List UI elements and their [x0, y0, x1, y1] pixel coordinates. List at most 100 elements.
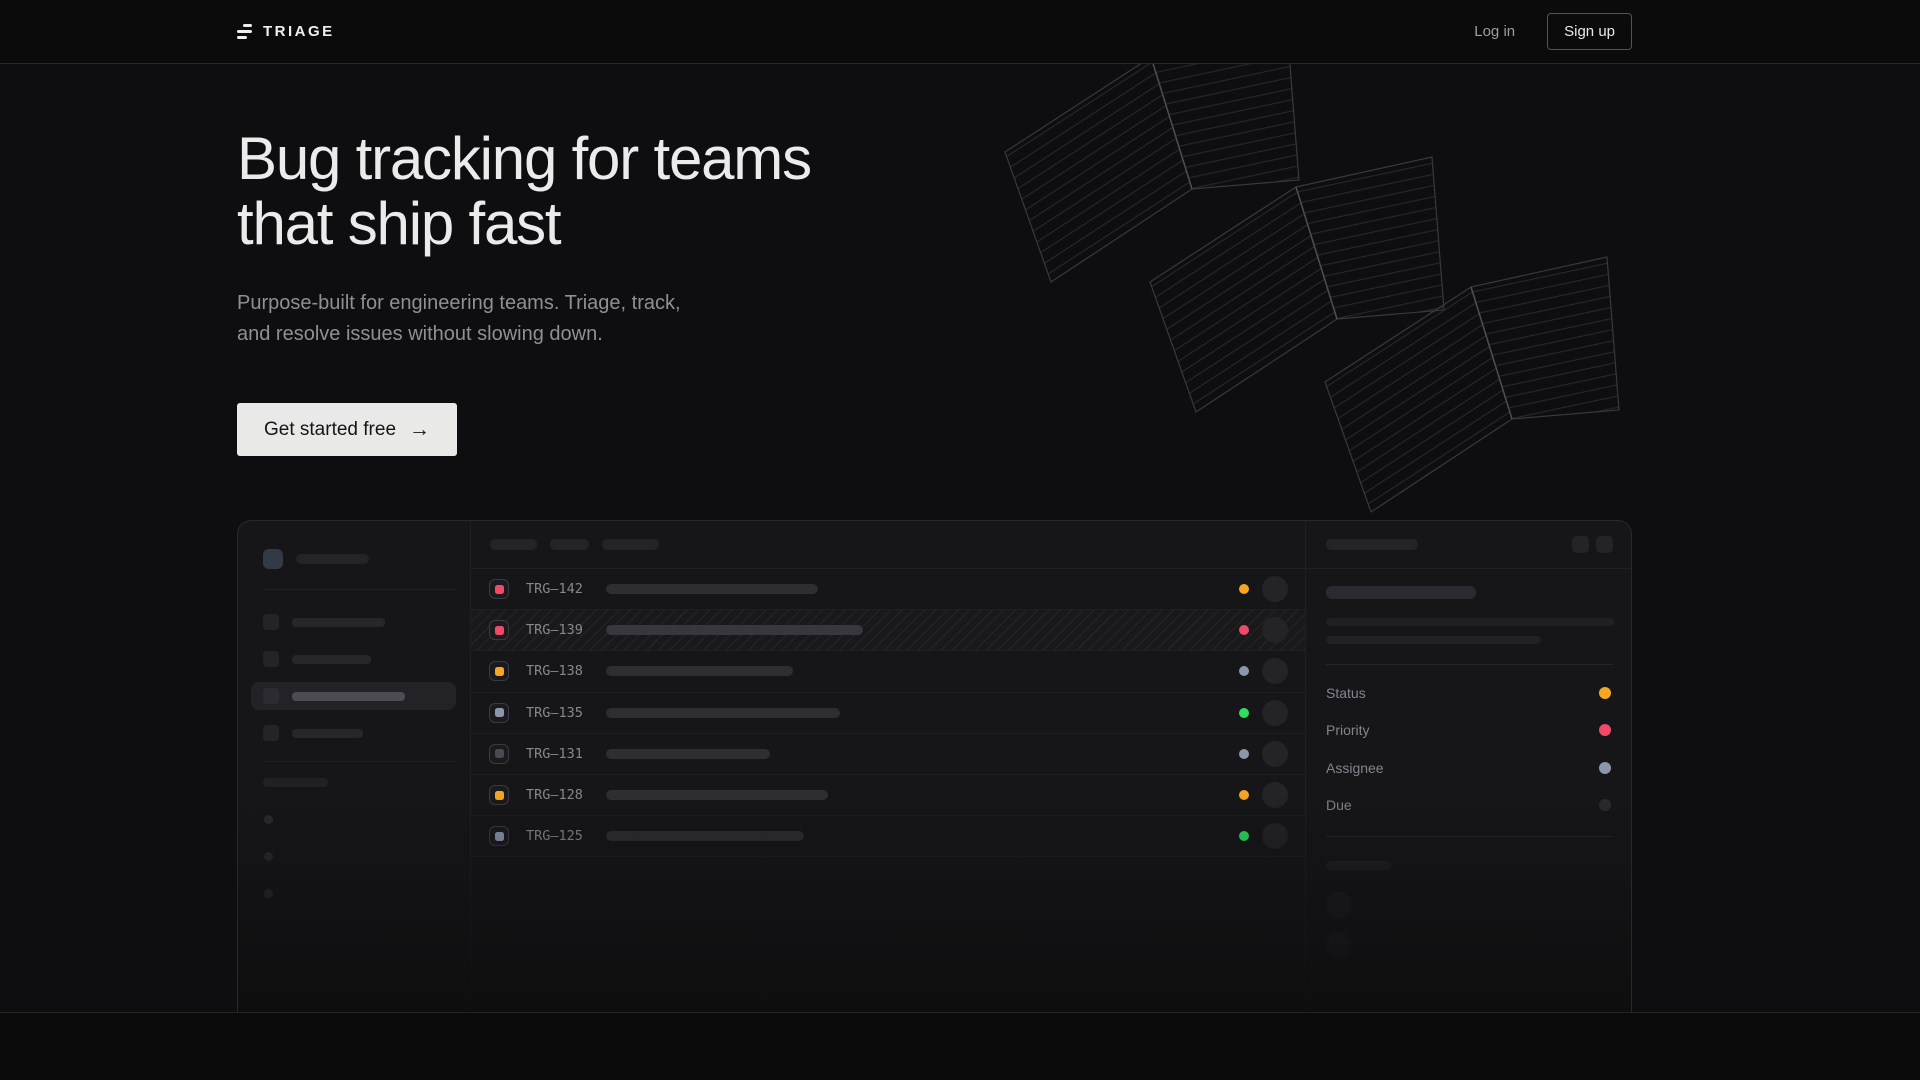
- assignee-avatar: [1262, 658, 1288, 684]
- cta-label: Get started free: [264, 419, 396, 441]
- nav-actions: Log in Sign up: [1422, 13, 1632, 50]
- signup-button[interactable]: Sign up: [1547, 13, 1632, 50]
- sidebar-item: [251, 608, 456, 636]
- issue-id: TRG–128: [526, 787, 596, 803]
- skeleton-bar: [292, 655, 371, 664]
- issue-title-skeleton: [606, 708, 840, 718]
- property-row: Assignee: [1326, 749, 1613, 787]
- issue-priority-icon: [489, 744, 509, 764]
- panel-actions: [1572, 536, 1613, 553]
- row-meta: [1239, 617, 1288, 643]
- property-value-dot: [1599, 762, 1611, 774]
- skeleton-line: [1326, 618, 1614, 626]
- row-meta: [1239, 576, 1288, 602]
- property-value-dot: [1599, 799, 1611, 811]
- comment-avatar: [1326, 932, 1352, 958]
- property-value-dot: [1599, 724, 1611, 736]
- divider: [263, 589, 456, 590]
- hero-content: Bug tracking for teams that ship fast Pu…: [0, 64, 1920, 456]
- issue-title-skeleton: [606, 790, 828, 800]
- property-label: Due: [1326, 797, 1352, 813]
- divider: [263, 761, 456, 762]
- priority-square: [495, 667, 504, 676]
- brand-name: TRIAGE: [263, 23, 335, 40]
- skeleton-bar: [292, 729, 363, 738]
- panel-header: [1306, 521, 1631, 569]
- issue-priority-icon: [489, 661, 509, 681]
- property-row: Priority: [1326, 712, 1613, 750]
- workspace-row: [263, 549, 456, 569]
- priority-square: [495, 708, 504, 717]
- panel-title-skeleton: [1326, 539, 1418, 550]
- issue-row: TRG–125: [471, 816, 1305, 857]
- mockup-sidebar: [238, 521, 471, 1013]
- sidebar-item-icon: [263, 651, 279, 667]
- theme-toggle-button[interactable]: [1422, 22, 1442, 42]
- issue-id: TRG–135: [526, 705, 596, 721]
- panel-body: Status Priority Assignee Due: [1306, 569, 1631, 958]
- property-label: Status: [1326, 685, 1366, 701]
- property-label: Priority: [1326, 722, 1370, 738]
- top-nav: TRIAGE Log in Sign up: [0, 0, 1920, 64]
- issue-detail-panel: Status Priority Assignee Due: [1305, 521, 1631, 1013]
- status-dot: [1239, 625, 1249, 635]
- list-dot: [264, 889, 273, 898]
- panel-action-icon: [1572, 536, 1589, 553]
- filter-pill-skeleton: [550, 539, 589, 550]
- status-dot: [1239, 790, 1249, 800]
- hero-subtitle: Purpose-built for engineering teams. Tri…: [237, 288, 717, 350]
- issue-id: TRG–138: [526, 663, 596, 679]
- issue-row: TRG–142: [471, 569, 1305, 610]
- skeleton-bar: [296, 554, 369, 564]
- brand-logo[interactable]: TRIAGE: [237, 23, 335, 40]
- login-link[interactable]: Log in: [1474, 23, 1515, 40]
- issue-title-skeleton: [606, 831, 804, 841]
- issue-row: TRG–131: [471, 734, 1305, 775]
- priority-square: [495, 832, 504, 841]
- row-meta: [1239, 658, 1288, 684]
- app-mockup: TRG–142 TRG–139 TRG–138 TRG–135: [237, 520, 1632, 1013]
- status-dot: [1239, 666, 1249, 676]
- workspace-avatar: [263, 549, 283, 569]
- issue-row: TRG–139: [471, 610, 1305, 651]
- issue-title-skeleton: [606, 666, 793, 676]
- issue-title-skeleton: [606, 625, 863, 635]
- sidebar-item: [251, 719, 456, 747]
- list-dot: [264, 815, 273, 824]
- row-meta: [1239, 700, 1288, 726]
- status-dot: [1239, 831, 1249, 841]
- status-dot: [1239, 708, 1249, 718]
- get-started-button[interactable]: Get started free →: [237, 403, 457, 456]
- issue-priority-icon: [489, 579, 509, 599]
- property-label: Assignee: [1326, 760, 1384, 776]
- panel-action-icon: [1596, 536, 1613, 553]
- priority-square: [495, 749, 504, 758]
- page-title: Bug tracking for teams that ship fast: [237, 126, 1920, 256]
- sidebar-item-icon: [263, 725, 279, 741]
- divider: [1326, 664, 1613, 665]
- assignee-avatar: [1262, 782, 1288, 808]
- issue-title-skeleton: [606, 584, 818, 594]
- property-row: Due: [1326, 787, 1613, 825]
- title-line-1: Bug tracking for teams: [237, 126, 1920, 191]
- issue-title-skeleton: [606, 749, 770, 759]
- issue-id: TRG–125: [526, 828, 596, 844]
- sidebar-item-icon: [263, 614, 279, 630]
- issue-id: TRG–131: [526, 746, 596, 762]
- sidebar-item-icon: [263, 688, 279, 704]
- priority-square: [495, 626, 504, 635]
- issue-priority-icon: [489, 620, 509, 640]
- footer-band: [0, 1013, 1920, 1079]
- property-row: Status: [1326, 674, 1613, 712]
- assignee-avatar: [1262, 823, 1288, 849]
- hero-section: Bug tracking for teams that ship fast Pu…: [0, 64, 1920, 1013]
- issue-id: TRG–139: [526, 622, 596, 638]
- issue-list: TRG–142 TRG–139 TRG–138 TRG–135: [471, 521, 1305, 1013]
- issue-priority-icon: [489, 703, 509, 723]
- issue-row: TRG–138: [471, 651, 1305, 692]
- row-meta: [1239, 823, 1288, 849]
- status-dot: [1239, 749, 1249, 759]
- property-value-dot: [1599, 687, 1611, 699]
- status-dot: [1239, 584, 1249, 594]
- triage-logo-icon: [237, 24, 252, 39]
